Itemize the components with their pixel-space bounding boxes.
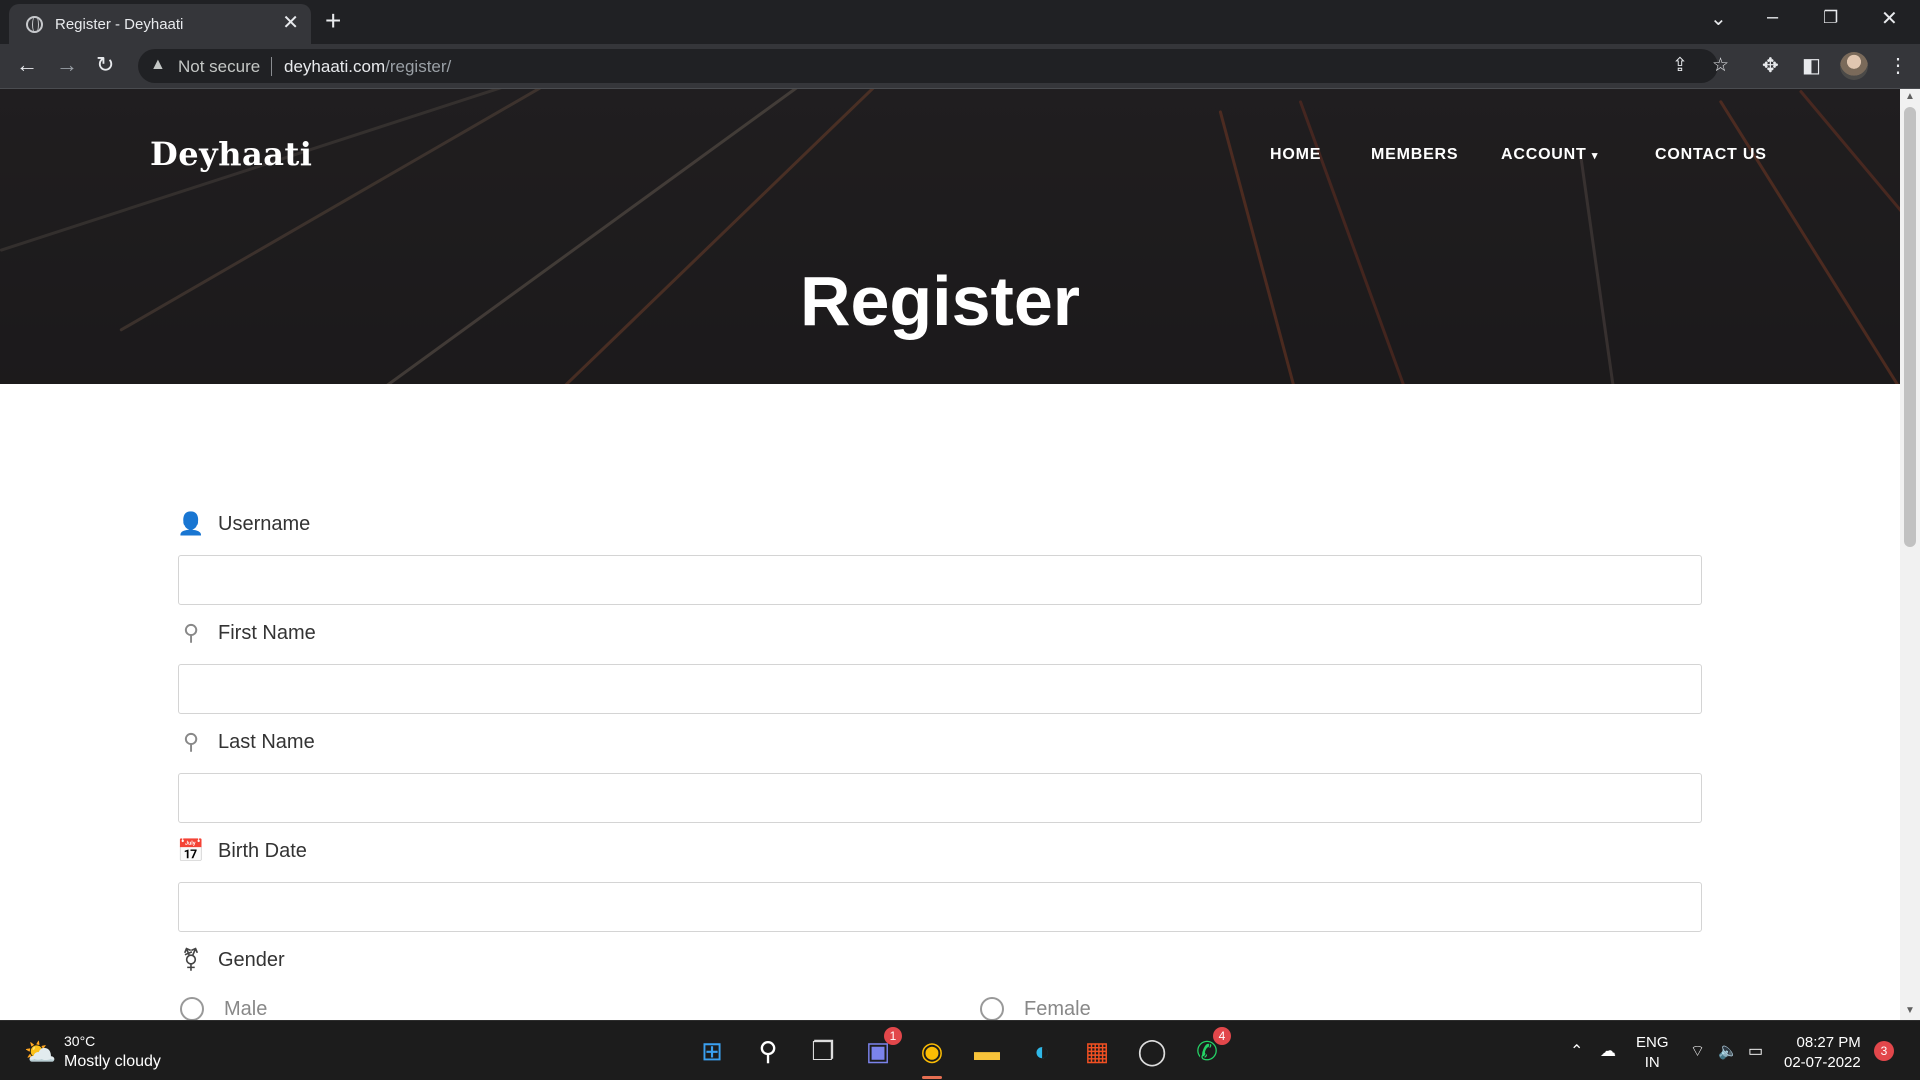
last-name-label: ⚲ Last Name bbox=[178, 727, 315, 757]
clock-date: 02-07-2022 bbox=[1784, 1054, 1861, 1071]
side-panel-icon[interactable]: ◧ bbox=[1802, 54, 1821, 78]
nav-members[interactable]: MEMBERS bbox=[1371, 146, 1458, 164]
user-outline-icon: ⚲ bbox=[182, 729, 200, 754]
clock[interactable]: 08:27 PM 02-07-2022 bbox=[1784, 1033, 1861, 1073]
onedrive-cloud-icon[interactable]: ☁ bbox=[1600, 1041, 1616, 1061]
gender-label-text: Gender bbox=[218, 948, 285, 971]
battery-icon[interactable]: ▭ bbox=[1748, 1041, 1763, 1061]
last-name-label-text: Last Name bbox=[218, 730, 315, 753]
back-arrow-icon[interactable]: ← bbox=[16, 52, 38, 78]
warning-icon: ▲ bbox=[150, 56, 166, 73]
chevron-up-icon[interactable]: ⌃ bbox=[1570, 1041, 1583, 1061]
forward-arrow-icon[interactable]: → bbox=[56, 52, 78, 78]
chevron-down-icon: ▾ bbox=[1591, 150, 1599, 162]
minimize-button[interactable]: – bbox=[1767, 6, 1778, 29]
site-logo[interactable]: Deyhaati bbox=[150, 135, 312, 173]
whatsapp-icon[interactable]: ✆ 4 bbox=[1189, 1027, 1231, 1069]
scroll-up-arrow-icon[interactable]: ▲ bbox=[1905, 91, 1915, 102]
first-name-input[interactable] bbox=[178, 664, 1702, 714]
gender-label: ⚧ Gender bbox=[178, 945, 285, 975]
chrome-icon[interactable]: ◉ bbox=[914, 1033, 950, 1069]
divider bbox=[271, 57, 272, 76]
extensions-puzzle-icon[interactable]: ✥ bbox=[1762, 54, 1779, 78]
browser-tab-strip: Register - Deyhaati ✕ + ⌄ – ❐ ✕ bbox=[0, 0, 1920, 44]
nav-account[interactable]: ACCOUNT ▾ bbox=[1501, 146, 1598, 164]
active-app-indicator bbox=[922, 1076, 942, 1079]
whatsapp-badge: 4 bbox=[1213, 1027, 1231, 1045]
close-tab-icon[interactable]: ✕ bbox=[282, 12, 299, 34]
teams-chat-icon[interactable]: ▣ 1 bbox=[860, 1027, 902, 1069]
share-icon[interactable]: ⇪ bbox=[1672, 54, 1688, 77]
teams-badge: 1 bbox=[884, 1027, 902, 1045]
nav-home[interactable]: HOME bbox=[1270, 146, 1321, 164]
weather-temperature[interactable]: 30°C bbox=[64, 1033, 95, 1049]
gender-option-male[interactable]: Male bbox=[180, 997, 267, 1020]
close-window-button[interactable]: ✕ bbox=[1881, 6, 1898, 31]
language-line2: IN bbox=[1644, 1054, 1660, 1071]
username-label-text: Username bbox=[218, 512, 311, 535]
menu-dots-icon[interactable]: ⋮ bbox=[1888, 54, 1908, 78]
page-title: Register bbox=[799, 262, 1081, 340]
first-name-label-text: First Name bbox=[218, 621, 316, 644]
browser-toolbar: ← → ↻ ▲ Not secure deyhaati.com/register… bbox=[0, 44, 1920, 89]
language-indicator[interactable]: ENG IN bbox=[1636, 1033, 1669, 1073]
user-outline-icon: ⚲ bbox=[182, 620, 200, 645]
security-label[interactable]: Not secure bbox=[178, 57, 260, 77]
gender-option-label: Male bbox=[224, 997, 268, 1020]
dell-icon[interactable]: ◯ bbox=[1134, 1033, 1170, 1069]
page-viewport: Deyhaati HOME MEMBERS ACCOUNT ▾ CONTACT … bbox=[0, 89, 1900, 1020]
birth-date-label: 📅 Birth Date bbox=[177, 836, 307, 866]
url-path: /register/ bbox=[385, 57, 452, 76]
start-windows-icon[interactable]: ⊞ bbox=[694, 1033, 730, 1069]
radio-button[interactable] bbox=[180, 997, 204, 1020]
birth-date-label-text: Birth Date bbox=[218, 839, 307, 862]
nav-contact-us[interactable]: CONTACT US bbox=[1655, 146, 1767, 164]
microsoft-store-icon[interactable]: ▦ bbox=[1079, 1033, 1115, 1069]
birth-date-input[interactable] bbox=[178, 882, 1702, 932]
gender-option-female[interactable]: Female bbox=[980, 997, 1091, 1020]
radio-button[interactable] bbox=[980, 997, 1004, 1020]
file-explorer-icon[interactable]: ▬ bbox=[969, 1033, 1005, 1069]
user-icon: 👤 bbox=[177, 511, 205, 536]
search-icon[interactable]: ⚲ bbox=[750, 1033, 786, 1069]
username-label: 👤 Username bbox=[177, 509, 311, 539]
page-scrollbar[interactable]: ▲ ▼ bbox=[1900, 89, 1920, 1020]
restore-button[interactable]: ❐ bbox=[1823, 8, 1838, 28]
url-host: deyhaati.com bbox=[284, 57, 386, 76]
url-text[interactable]: deyhaati.com/register/ bbox=[284, 57, 451, 77]
reload-icon[interactable]: ↻ bbox=[96, 52, 114, 78]
first-name-label: ⚲ First Name bbox=[178, 618, 316, 648]
calendar-icon: 📅 bbox=[177, 838, 205, 863]
new-tab-button[interactable]: + bbox=[325, 6, 341, 36]
language-line1: ENG bbox=[1636, 1034, 1669, 1051]
globe-icon bbox=[26, 16, 43, 33]
browser-tab[interactable]: Register - Deyhaati ✕ bbox=[9, 4, 311, 44]
tab-title: Register - Deyhaati bbox=[55, 16, 184, 33]
username-input[interactable] bbox=[178, 555, 1702, 605]
profile-avatar[interactable] bbox=[1840, 52, 1868, 80]
volume-icon[interactable]: 🔈 bbox=[1718, 1041, 1738, 1061]
tab-search-icon[interactable]: ⌄ bbox=[1710, 6, 1727, 31]
hero-banner: Deyhaati HOME MEMBERS ACCOUNT ▾ CONTACT … bbox=[0, 89, 1900, 384]
windows-taskbar: ⛅ 30°C Mostly cloudy ⊞ ⚲ ❐ ▣ 1 ◉ ▬ ◐ ▦ ◯ … bbox=[0, 1020, 1920, 1080]
gender-option-label: Female bbox=[1024, 997, 1091, 1020]
notification-badge[interactable]: 3 bbox=[1874, 1041, 1894, 1061]
task-view-icon[interactable]: ❐ bbox=[805, 1033, 841, 1069]
weather-condition[interactable]: Mostly cloudy bbox=[64, 1053, 161, 1071]
edge-icon[interactable]: ◐ bbox=[1024, 1033, 1060, 1069]
address-bar[interactable]: ▲ Not secure deyhaati.com/register/ ⇪ ☆ bbox=[138, 49, 1729, 83]
bookmark-star-icon[interactable]: ☆ bbox=[1712, 54, 1729, 77]
wifi-icon[interactable]: ⌔ bbox=[1690, 1041, 1705, 1061]
clock-time: 08:27 PM bbox=[1796, 1034, 1861, 1051]
scroll-down-arrow-icon[interactable]: ▼ bbox=[1905, 1005, 1915, 1016]
last-name-input[interactable] bbox=[178, 773, 1702, 823]
gender-icon: ⚧ bbox=[181, 947, 201, 972]
nav-account-label: ACCOUNT bbox=[1501, 146, 1587, 163]
weather-cloud-icon[interactable]: ⛅ bbox=[24, 1037, 56, 1068]
scrollbar-thumb[interactable] bbox=[1904, 107, 1916, 547]
